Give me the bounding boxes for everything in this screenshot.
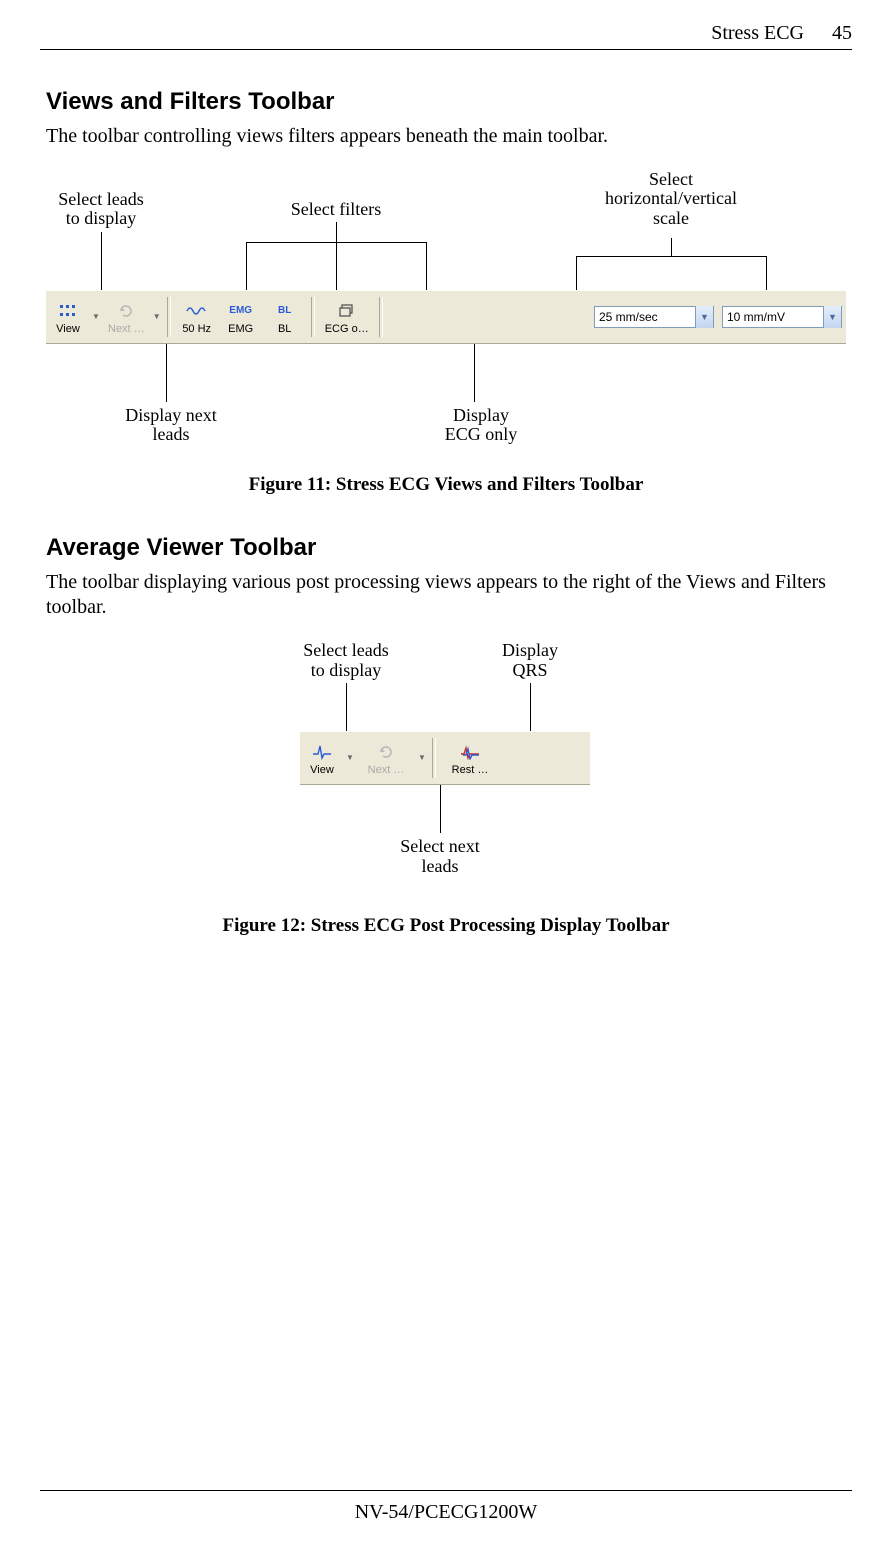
- avg-view-label: View: [310, 764, 334, 776]
- sine-wave-icon: [186, 301, 208, 321]
- figure-12: Select leads to display Display QRS View…: [46, 631, 846, 891]
- ecg-only-button[interactable]: ECG o…: [319, 291, 375, 343]
- ecg-only-label: ECG o…: [325, 323, 369, 335]
- bl-icon: BL: [278, 301, 291, 321]
- line: [346, 683, 347, 731]
- separator: [167, 297, 171, 337]
- separator: [379, 297, 383, 337]
- avg-rest-button[interactable]: Rest …: [440, 732, 500, 784]
- speed-value: 25 mm/sec: [599, 310, 695, 324]
- line: [576, 256, 577, 290]
- separator: [311, 297, 315, 337]
- line: [426, 242, 427, 290]
- window-restore-icon: [339, 301, 355, 321]
- line: [336, 222, 337, 242]
- bl-label: BL: [278, 323, 291, 335]
- figure-12-caption: Figure 12: Stress ECG Post Processing Di…: [46, 915, 846, 937]
- ecg-spike-icon: [312, 742, 332, 762]
- avg-next-label: Next …: [368, 764, 405, 776]
- refresh-icon: [118, 301, 134, 321]
- filter-emg-button[interactable]: EMG EMG: [219, 291, 263, 343]
- line: [101, 232, 102, 290]
- gain-value: 10 mm/mV: [727, 310, 823, 324]
- callout-select-scale: Select horizontal/vertical scale: [586, 170, 756, 229]
- chevron-down-icon[interactable]: ▼: [695, 306, 713, 328]
- line: [671, 238, 672, 256]
- next-dropdown-icon[interactable]: ▼: [151, 291, 163, 343]
- hz-label: 50 Hz: [182, 323, 211, 335]
- chevron-down-icon[interactable]: ▼: [823, 306, 841, 328]
- callout-select-filters: Select filters: [276, 200, 396, 220]
- line: [336, 242, 337, 290]
- callout-display-next-leads: Display next leads: [116, 406, 226, 446]
- avg-view-button[interactable]: View: [300, 732, 344, 784]
- emg-icon: EMG: [229, 301, 252, 321]
- header-page: 45: [832, 22, 852, 45]
- header-chapter: Stress ECG: [711, 22, 804, 45]
- avg-view-dropdown-icon[interactable]: ▼: [344, 732, 356, 784]
- avg-rest-label: Rest …: [452, 764, 489, 776]
- section-average-viewer-title: Average Viewer Toolbar: [46, 534, 846, 562]
- line: [766, 256, 767, 290]
- avg-next-dropdown-icon[interactable]: ▼: [416, 732, 428, 784]
- next-label: Next …: [108, 323, 145, 335]
- gain-combo[interactable]: 10 mm/mV ▼: [722, 306, 842, 328]
- callout-display-qrs: Display QRS: [480, 641, 580, 681]
- speed-combo[interactable]: 25 mm/sec ▼: [594, 306, 714, 328]
- views-filters-toolbar: View ▼ Next … ▼ 50 Hz: [46, 290, 846, 344]
- view-dropdown-icon[interactable]: ▼: [90, 291, 102, 343]
- section-views-filters-body: The toolbar controlling views filters ap…: [46, 124, 846, 150]
- callout-select-next-leads: Select next leads: [390, 837, 490, 877]
- avg-next-button[interactable]: Next …: [356, 732, 416, 784]
- line: [576, 256, 766, 257]
- emg-label: EMG: [228, 323, 253, 335]
- footer-doc-id: NV-54/PCECG1200W: [40, 1491, 852, 1548]
- filter-bl-button[interactable]: BL BL: [263, 291, 307, 343]
- line: [166, 344, 167, 402]
- qrs-complex-icon: [460, 742, 480, 762]
- line: [530, 683, 531, 731]
- callout-select-leads-2: Select leads to display: [286, 641, 406, 681]
- view-label: View: [56, 323, 80, 335]
- line: [440, 785, 441, 833]
- filter-50hz-button[interactable]: 50 Hz: [175, 291, 219, 343]
- line: [474, 344, 475, 402]
- line: [246, 242, 247, 290]
- separator: [432, 738, 436, 778]
- grid-dots-icon: [59, 301, 77, 321]
- callout-display-ecg-only: Display ECG only: [426, 406, 536, 446]
- next-button[interactable]: Next …: [102, 291, 151, 343]
- callout-select-leads: Select leads to display: [36, 190, 166, 230]
- refresh-icon: [378, 742, 394, 762]
- section-views-filters-title: Views and Filters Toolbar: [46, 88, 846, 116]
- average-viewer-toolbar: View ▼ Next … ▼ Rest …: [300, 731, 590, 785]
- figure-11-caption: Figure 11: Stress ECG Views and Filters …: [46, 474, 846, 496]
- view-button[interactable]: View: [46, 291, 90, 343]
- section-average-viewer-body: The toolbar displaying various post proc…: [46, 570, 846, 621]
- figure-11: Select leads to display Select filters S…: [46, 160, 846, 450]
